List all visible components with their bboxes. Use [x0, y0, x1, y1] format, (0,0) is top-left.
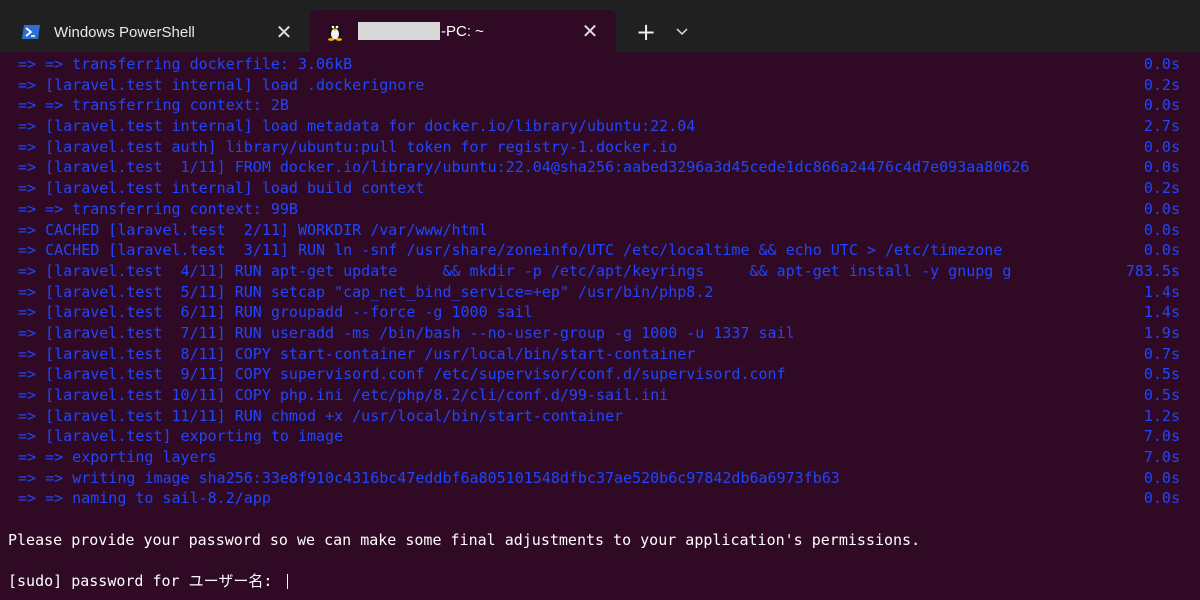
log-line-text: => => naming to sail-8.2/app [18, 489, 271, 508]
log-line-text: => CACHED [laravel.test 2/11] WORKDIR /v… [18, 220, 488, 239]
log-line: => => naming to sail-8.2/app 0.0s [18, 488, 1180, 509]
log-line: => [laravel.test 1/11] FROM docker.io/li… [18, 157, 1180, 178]
tab-title: -PC: ~ [441, 22, 484, 40]
log-line: => CACHED [laravel.test 2/11] WORKDIR /v… [18, 220, 1180, 241]
log-line-text: => [laravel.test 1/11] FROM docker.io/li… [18, 158, 1030, 177]
linux-tux-icon [324, 22, 346, 41]
sudo-prompt[interactable]: [sudo] password for ユーザー名: [8, 571, 1200, 592]
log-line-duration: 7.0s [1143, 448, 1180, 467]
log-line-duration: 0.2s [1143, 75, 1180, 94]
powershell-icon [20, 23, 42, 41]
log-line: => [laravel.test] exporting to image 7.0s [18, 426, 1180, 447]
log-line: => [laravel.test 11/11] RUN chmod +x /us… [18, 406, 1180, 427]
log-line-text: => => exporting layers [18, 448, 217, 467]
text-cursor [287, 574, 289, 590]
log-line-duration: 1.4s [1143, 282, 1180, 301]
log-line-duration: 783.5s [1125, 261, 1180, 280]
log-line-text: => [laravel.test internal] load .dockeri… [18, 75, 425, 94]
log-line-duration: 1.2s [1143, 406, 1180, 425]
log-line-text: => [laravel.test 11/11] RUN chmod +x /us… [18, 406, 624, 425]
log-line-text: => [laravel.test 8/11] COPY start-contai… [18, 344, 696, 363]
log-line: => [laravel.test internal] load .dockeri… [18, 75, 1180, 96]
log-line: => [laravel.test 6/11] RUN groupadd --fo… [18, 302, 1180, 323]
log-line-text: => [laravel.test 10/11] COPY php.ini /et… [18, 386, 669, 404]
log-line-duration: 0.0s [1143, 199, 1180, 218]
log-line: => => transferring dockerfile: 3.06kB 0.0… [18, 54, 1180, 75]
log-line-text: => => transferring context: 99B [18, 199, 298, 218]
log-line-duration: 0.5s [1143, 365, 1180, 384]
tab-title: Windows PowerShell [54, 23, 195, 41]
log-line: => CACHED [laravel.test 3/11] RUN ln -sn… [18, 240, 1180, 261]
log-line: => [laravel.test auth] library/ubuntu:pu… [18, 137, 1180, 158]
log-line-duration: 1.4s [1143, 303, 1180, 322]
log-line-text: => [laravel.test auth] library/ubuntu:pu… [18, 137, 678, 156]
log-line-text: => [laravel.test internal] load metadata… [18, 117, 696, 136]
log-line-duration: 0.0s [1143, 468, 1180, 487]
permission-message: Please provide your password so we can m… [8, 530, 921, 549]
log-line: => [laravel.test 4/11] RUN apt-get updat… [18, 261, 1180, 282]
close-tab-icon[interactable]: ✕ [274, 20, 294, 44]
log-line-duration: 0.0s [1143, 158, 1180, 177]
log-line-duration: 0.0s [1143, 137, 1180, 156]
log-line-duration: 0.0s [1143, 96, 1180, 115]
log-line-text: => CACHED [laravel.test 3/11] RUN ln -sn… [18, 241, 1003, 260]
log-line: => [laravel.test internal] load metadata… [18, 116, 1180, 137]
log-line-text: => [laravel.test] exporting to image [18, 427, 344, 446]
log-line: => [laravel.test 8/11] COPY start-contai… [18, 344, 1180, 365]
close-tab-icon[interactable]: ✕ [580, 19, 600, 43]
log-line: => [laravel.test 9/11] COPY supervisord.… [18, 364, 1180, 385]
log-line-duration: 2.7s [1143, 117, 1180, 136]
tab-bar: Windows PowerShell ✕ -PC: ~ ✕ + [0, 0, 1200, 52]
log-line-text: => [laravel.test 4/11] RUN apt-get updat… [18, 261, 1012, 280]
log-line-text: => => transferring context: 2B [18, 96, 289, 115]
log-line-text: => [laravel.test internal] load build co… [18, 179, 425, 198]
log-line-text: => [laravel.test 9/11] COPY supervisord.… [18, 365, 786, 384]
log-line-duration: 1.9s [1143, 323, 1180, 342]
new-tab-button[interactable]: + [634, 20, 658, 44]
tab-windows-powershell[interactable]: Windows PowerShell ✕ [4, 12, 310, 52]
log-line: => [laravel.test internal] load build co… [18, 178, 1180, 199]
log-line: => [laravel.test 5/11] RUN setcap "cap_n… [18, 282, 1180, 303]
log-line-duration: 0.0s [1143, 55, 1180, 73]
log-line-duration: 7.0s [1143, 427, 1180, 446]
log-line-duration: 0.7s [1143, 344, 1180, 363]
tab-ubuntu[interactable]: -PC: ~ ✕ [310, 10, 616, 52]
log-line-text: => [laravel.test 7/11] RUN useradd -ms /… [18, 323, 795, 342]
log-line-duration: 0.0s [1143, 489, 1180, 508]
log-line: => [laravel.test 10/11] COPY php.ini /et… [18, 385, 1180, 406]
log-line-text: => => transferring dockerfile: 3.06kB [18, 55, 353, 73]
log-line-text: => [laravel.test 5/11] RUN setcap "cap_n… [18, 282, 714, 301]
log-line-duration: 0.0s [1143, 220, 1180, 239]
log-line: => => transferring context: 99B 0.0s [18, 199, 1180, 220]
log-line-duration: 0.5s [1143, 386, 1180, 404]
redacted-username [358, 22, 440, 40]
log-line-duration: 0.2s [1143, 179, 1180, 198]
sudo-prompt-text: [sudo] password for ユーザー名: [8, 572, 282, 591]
log-line-text: => => writing image sha256:33e8f910c4316… [18, 468, 840, 487]
log-line: => => writing image sha256:33e8f910c4316… [18, 468, 1180, 489]
log-line: => [laravel.test 7/11] RUN useradd -ms /… [18, 323, 1180, 344]
log-line-duration: 0.0s [1143, 241, 1180, 260]
chevron-down-icon[interactable] [672, 20, 692, 44]
build-log: => => transferring dockerfile: 3.06kB 0.0… [18, 54, 1200, 509]
log-line: => => exporting layers 7.0s [18, 447, 1180, 468]
log-line-text: => [laravel.test 6/11] RUN groupadd --fo… [18, 303, 533, 322]
terminal-output[interactable]: => => transferring dockerfile: 3.06kB 0.0… [0, 52, 1200, 600]
log-line: => => transferring context: 2B 0.0s [18, 95, 1180, 116]
